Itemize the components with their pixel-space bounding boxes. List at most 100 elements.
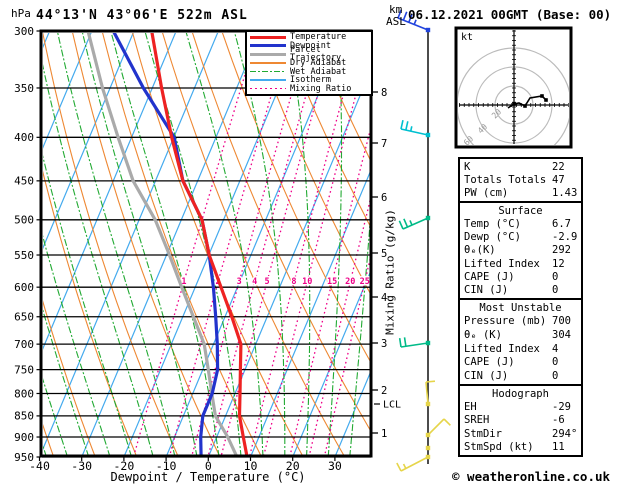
row-value: 1.43 bbox=[552, 187, 578, 200]
pressure-tick-label: 350 bbox=[14, 82, 34, 95]
row-value: 22 bbox=[552, 160, 565, 173]
row-value: 4 bbox=[552, 342, 559, 355]
table-row: Dewp (°C) -2.9 bbox=[460, 231, 581, 243]
row-label: K bbox=[464, 160, 471, 173]
row-value: 304 bbox=[552, 329, 571, 342]
row-value: 11 bbox=[552, 441, 565, 454]
pressure-tick-label: 300 bbox=[14, 25, 34, 38]
legend-line-sample bbox=[250, 79, 286, 81]
km-tick-label: 8 bbox=[381, 87, 387, 99]
km-tick-label: 1 bbox=[381, 428, 387, 440]
hodograph-ring-label: 40 bbox=[476, 122, 489, 135]
row-label: CIN (J) bbox=[464, 284, 509, 297]
mixing-ratio-label: 20 bbox=[345, 277, 355, 287]
row-value: 700 bbox=[552, 315, 571, 328]
row-value: 0 bbox=[552, 271, 559, 284]
table-row: θₑ (K) 304 bbox=[460, 329, 581, 341]
table-row: Totals Totals 47 bbox=[460, 174, 581, 186]
wind-barb bbox=[425, 418, 451, 438]
mixing-ratio-label: 3 bbox=[237, 277, 242, 287]
km-tick-label: 2 bbox=[381, 385, 387, 397]
table-row: CIN (J) 0 bbox=[460, 284, 581, 296]
asl-axis-unit-label: ASL bbox=[386, 15, 406, 28]
pressure-tick-label: 850 bbox=[14, 410, 34, 423]
km-tick-label: 7 bbox=[381, 138, 387, 150]
row-label: Temp (°C) bbox=[464, 217, 521, 230]
row-value: 292 bbox=[552, 244, 571, 257]
datetime-title: 06.12.2021 00GMT (Base: 00) bbox=[408, 7, 612, 22]
legend-line-sample bbox=[250, 35, 286, 39]
wind-barb bbox=[425, 445, 431, 451]
row-value: -6 bbox=[552, 414, 565, 427]
row-value: 0 bbox=[552, 356, 559, 369]
row-value: 12 bbox=[552, 257, 565, 270]
km-tick-label: 6 bbox=[381, 192, 387, 204]
skewt-page: 300 350 400 450 500 550 600 650 700 750 800 850 900 9… bbox=[0, 0, 629, 486]
pressure-tick-label: 400 bbox=[14, 131, 34, 144]
legend-label: Isotherm bbox=[290, 75, 331, 86]
row-label: θₑ (K) bbox=[464, 329, 502, 342]
mixing-ratio-label: 25 bbox=[360, 277, 370, 287]
table-row: Lifted Index 4 bbox=[460, 343, 581, 355]
pressure-unit-label: hPa bbox=[11, 7, 31, 20]
pressure-tick-label: 900 bbox=[14, 431, 34, 444]
pressure-tick-label: 700 bbox=[14, 338, 34, 351]
row-value: 6.7 bbox=[552, 217, 571, 230]
row-label: CAPE (J) bbox=[464, 356, 515, 369]
hodograph-table: Hodograph EH -29 SREH -6 StmDir 294° StmSpd (kt… bbox=[458, 384, 583, 457]
mixing-ratio-axis-title: Mixing Ratio (g/kg) bbox=[383, 209, 397, 335]
legend-line-sample bbox=[250, 70, 286, 73]
surface-table: Surface Temp (°C) 6.7 Dewp (°C) -2.9 θₑ(K) 292… bbox=[458, 201, 583, 300]
indices-table: K 22 Totals Totals 47 PW (cm) 1.43 bbox=[458, 157, 583, 203]
footer-credit: © weatheronline.co.uk bbox=[452, 469, 611, 484]
hodograph: 204060kt bbox=[454, 26, 573, 149]
legend-item: Mixing Ratio bbox=[247, 83, 371, 94]
row-label: EH bbox=[464, 401, 477, 414]
wind-barb bbox=[398, 215, 431, 230]
row-label: SREH bbox=[464, 414, 490, 427]
row-label: Pressure (mb) bbox=[464, 315, 547, 328]
row-label: StmDir bbox=[464, 427, 502, 440]
table-row: Pressure (mb) 700 bbox=[460, 315, 581, 327]
row-value: 294° bbox=[552, 427, 578, 440]
hodograph-ring-label: 60 bbox=[462, 134, 475, 147]
hodograph-table-header: Hodograph bbox=[492, 387, 549, 400]
mixing-ratio-label: 4 bbox=[252, 277, 257, 287]
legend-line-sample bbox=[250, 52, 286, 56]
wind-barb bbox=[425, 380, 436, 407]
table-row: Lifted Index 12 bbox=[460, 258, 581, 270]
table-row: StmDir 294° bbox=[460, 428, 581, 440]
pressure-tick-label: 600 bbox=[14, 281, 34, 294]
table-row: K 22 bbox=[460, 161, 581, 173]
pressure-tick-label: 650 bbox=[14, 311, 34, 324]
row-value: -2.9 bbox=[552, 231, 578, 244]
table-row: StmSpd (kt) 11 bbox=[460, 441, 581, 453]
hodograph-unit-label: kt bbox=[461, 32, 473, 43]
legend-line-sample bbox=[250, 87, 286, 90]
wind-barb bbox=[396, 454, 431, 472]
table-row: Temp (°C) 6.7 bbox=[460, 218, 581, 230]
temperature-tick-label: -30 bbox=[71, 459, 92, 473]
lcl-label: LCL bbox=[383, 400, 401, 411]
row-label: Totals Totals bbox=[464, 173, 547, 186]
row-label: CIN (J) bbox=[464, 370, 509, 383]
row-value: 0 bbox=[552, 284, 559, 297]
most-unstable-table-header: Most Unstable bbox=[479, 301, 562, 314]
pressure-tick-label: 450 bbox=[14, 175, 34, 188]
legend-label: Mixing Ratio bbox=[290, 83, 352, 94]
row-value: 0 bbox=[552, 370, 559, 383]
pressure-tick-label: 500 bbox=[14, 214, 34, 227]
pressure-tick-label: 550 bbox=[14, 249, 34, 262]
mixing-ratio-labels: 1 2 3 4 5 8 10 15 20 25 bbox=[180, 276, 370, 289]
chart-legend: Temperature Dewpoint Parcel Trajectory Dry … bbox=[245, 30, 373, 96]
legend-line-sample bbox=[250, 44, 286, 48]
x-axis-title: Dewpoint / Temperature (°C) bbox=[110, 470, 306, 484]
row-label: CAPE (J) bbox=[464, 271, 515, 284]
legend-label: Dry Adiabat bbox=[290, 57, 347, 68]
table-row: EH -29 bbox=[460, 401, 581, 413]
legend-line-sample bbox=[250, 62, 286, 64]
table-row: SREH -6 bbox=[460, 414, 581, 426]
row-label: Lifted Index bbox=[464, 342, 540, 355]
mixing-ratio-label: 5 bbox=[264, 277, 269, 287]
table-row: CAPE (J) 0 bbox=[460, 271, 581, 283]
